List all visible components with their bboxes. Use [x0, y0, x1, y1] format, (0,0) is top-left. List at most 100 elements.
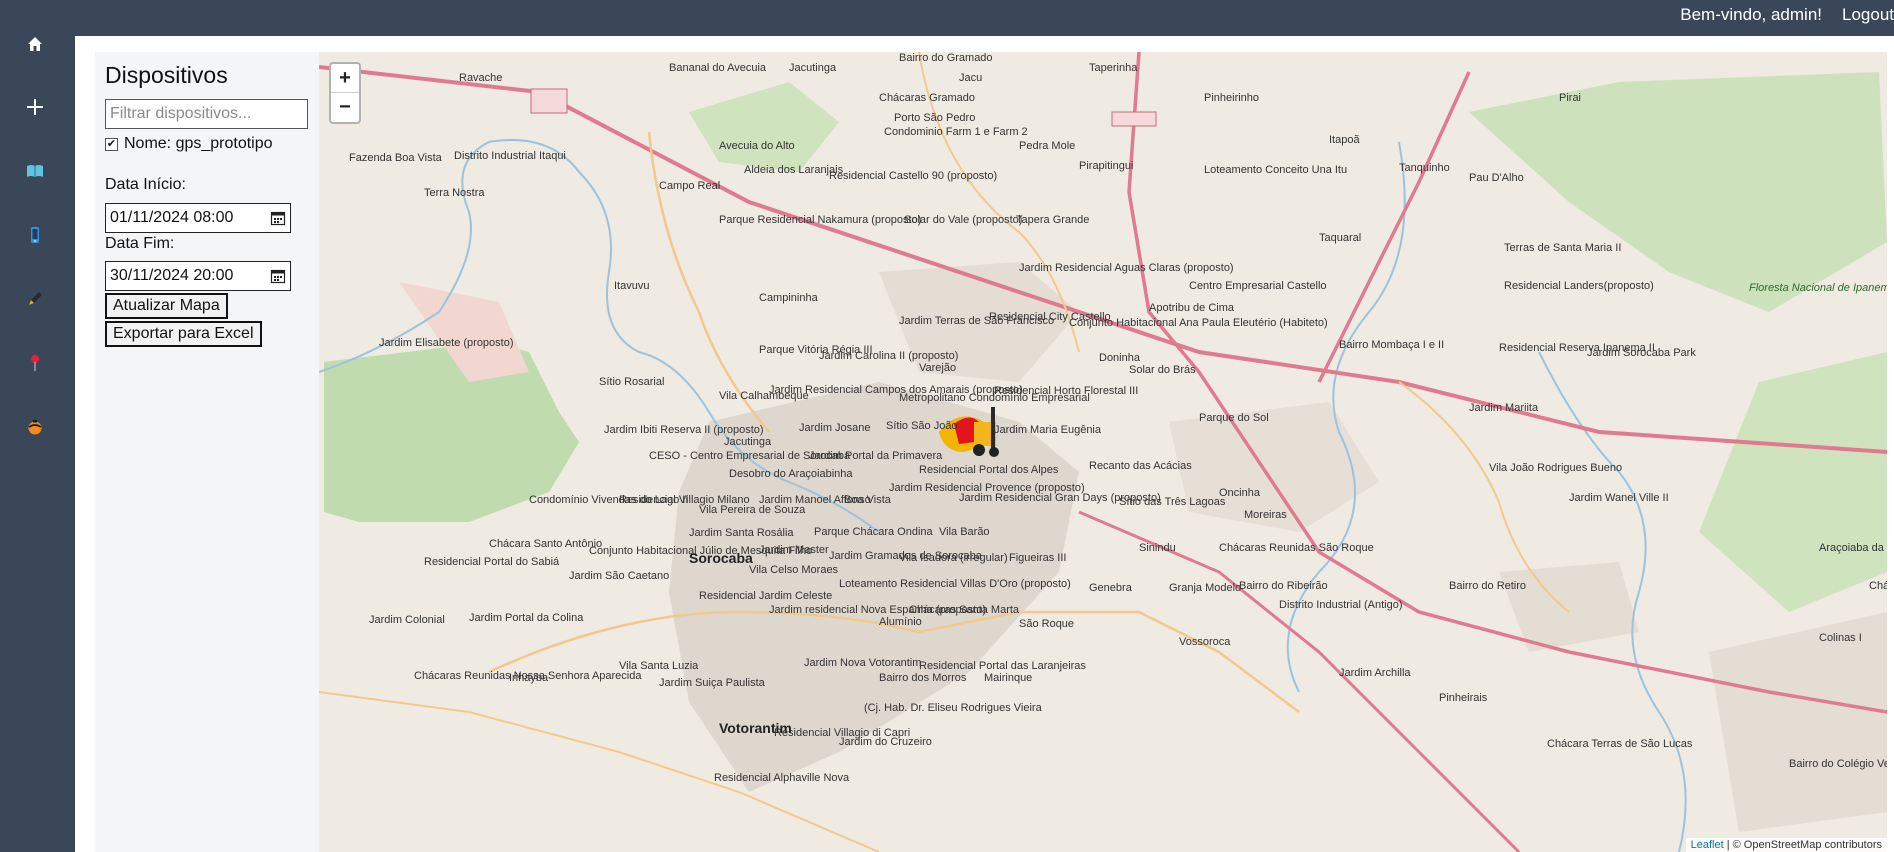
place-label: Residencial Jardim Celeste	[699, 590, 833, 602]
start-date-label: Data Início:	[105, 176, 186, 193]
green-area	[1699, 352, 1887, 612]
place-label: Fazenda Boa Vista	[349, 152, 442, 164]
place-label: Chácaras Reunidas São Roque	[1219, 542, 1374, 554]
place-label: Metropolitano Condomínio Empresarial	[899, 392, 1090, 404]
pen-icon[interactable]	[22, 286, 48, 312]
place-label: Figueiras III	[1009, 552, 1067, 564]
road-shield	[530, 88, 568, 114]
place-label: Taquaral	[1319, 232, 1362, 244]
update-map-button[interactable]: Atualizar Mapa	[105, 293, 228, 319]
plus-icon[interactable]	[22, 94, 48, 120]
ball-icon[interactable]	[22, 414, 48, 440]
place-label: Parque Residencial Nakamura (proposto)	[719, 214, 922, 226]
place-label: Residencial Landers(proposto)	[1504, 280, 1654, 292]
logout-link[interactable]: Logout	[1842, 5, 1894, 25]
place-label: Residencial Portal do Sabiá	[424, 556, 560, 568]
place-label: Bairro do Gramado	[899, 52, 993, 64]
place-label: Residencial Portal dos Alpes	[919, 464, 1059, 476]
place-label: Solar do Brás	[1129, 364, 1196, 376]
end-date-value: 30/11/2024 20:00	[110, 267, 234, 284]
place-label: Condominio Farm 1 e Farm 2	[884, 126, 1028, 138]
place-label: Loteamento Conceito Una Itu	[1204, 164, 1348, 176]
end-date-label: Data Fim:	[105, 235, 175, 252]
place-label: Jardim Ibiti Reserva II (proposto)	[604, 424, 764, 436]
place-label: Jardim Residencial Aguas Claras (propost…	[1019, 262, 1234, 274]
pin-icon[interactable]	[22, 350, 48, 376]
book-icon[interactable]	[22, 158, 48, 184]
place-label: Chácara Primavera	[1869, 580, 1887, 592]
place-label: Chácaras Gramado	[879, 92, 975, 104]
panel-title: Dispositivos	[105, 62, 228, 88]
place-label: Chácara Santo Antônio	[489, 538, 603, 550]
zoom-out-button[interactable]: −	[331, 93, 359, 122]
place-label: Vila Celso Moraes	[749, 564, 839, 576]
place-label: Jardim do Cruzeiro	[839, 736, 932, 748]
place-label: Vila Barão	[939, 526, 990, 538]
place-label: Residencial Alphaville Nova	[714, 772, 850, 784]
place-label: Colinas I	[1819, 632, 1862, 644]
place-label: Itapoã	[1329, 134, 1360, 146]
place-label: Recanto das Acácias	[1089, 460, 1192, 472]
place-label: Distrito Industrial Itaqui	[454, 150, 566, 162]
place-label: Jardim Portal da Primavera	[809, 450, 943, 462]
calendar-icon[interactable]	[270, 210, 286, 226]
attribution-text: | © OpenStreetMap contributors	[1723, 839, 1882, 851]
place-label: Alumínio	[879, 616, 922, 628]
start-date-field[interactable]: 01/11/2024 08:00	[105, 203, 291, 233]
place-label: Pinheirais	[1439, 692, 1488, 704]
place-label: Jardim Nova Votorantim	[804, 657, 922, 669]
place-label: Jacutinga	[724, 436, 772, 448]
road	[647, 131, 770, 433]
place-label: Jardim São Caetano	[569, 570, 670, 582]
road-shield	[1111, 111, 1157, 127]
map-attribution: Leaflet | © OpenStreetMap contributors	[1685, 838, 1887, 852]
place-label: Ravache	[459, 72, 503, 84]
place-label: Floresta Nacional de Ipanema	[1749, 282, 1887, 294]
place-label: Jardim Mariita	[1469, 402, 1539, 414]
place-label: Jardim Colonial	[369, 614, 445, 626]
zoom-in-button[interactable]: +	[331, 64, 359, 93]
place-label: Terras de Santa Maria II	[1504, 242, 1622, 254]
top-bar: Bem-vindo, admin! Logout	[0, 0, 1894, 36]
highway	[1078, 510, 1521, 852]
place-label: Bananal do Avecuia	[669, 62, 767, 74]
place-label: São Roque	[1019, 618, 1075, 630]
place-label: Tapera Grande	[1016, 214, 1090, 226]
place-label: Solar do Vale (proposto)	[904, 214, 1023, 226]
place-label: Campininha	[759, 292, 818, 304]
export-excel-button[interactable]: Exportar para Excel	[105, 321, 262, 347]
device-item[interactable]: ✔ Nome: gps_prototipo	[105, 135, 309, 153]
place-label: Oncinha	[1219, 487, 1260, 499]
place-label: Jardim Santa Rosália	[689, 527, 794, 539]
place-label: Jacutinga	[789, 62, 837, 74]
place-label: Jardim Suiça Paulista	[659, 677, 765, 689]
place-label: Loteamento Residencial Villas D'Oro (pro…	[839, 578, 1071, 590]
green-area	[689, 82, 839, 172]
phone-icon[interactable]	[22, 222, 48, 248]
place-label: Jardim Maria Eugênia	[994, 424, 1101, 436]
place-label: Avecuia do Alto	[719, 140, 795, 152]
place-label: Residencial Portal das Laranjeiras	[919, 660, 1086, 672]
urban-area	[1709, 612, 1887, 832]
start-date-value: 01/11/2024 08:00	[110, 209, 234, 226]
device-filter-input[interactable]	[105, 99, 308, 129]
place-label: Parque Chácara Ondina	[814, 526, 933, 538]
place-label: Mairinque	[984, 672, 1033, 684]
welcome-text: Bem-vindo, admin!	[1680, 5, 1822, 24]
place-label: Jardim Sorocaba Park	[1587, 347, 1696, 359]
device-checkbox[interactable]: ✔	[105, 137, 118, 151]
place-label: Genebra	[1089, 582, 1132, 594]
home-icon[interactable]	[22, 31, 48, 57]
leaflet-link[interactable]: Leaflet	[1691, 839, 1724, 851]
end-date-field[interactable]: 30/11/2024 20:00	[105, 261, 291, 291]
place-label: Doninha	[1099, 352, 1140, 364]
place-label: Itavuvu	[614, 280, 650, 292]
calendar-icon[interactable]	[270, 268, 286, 284]
map-view[interactable]: + − Ravache Bananal do Avecuia Jacutinga Ba…	[319, 52, 1887, 852]
place-label: Sítio Rosarial	[599, 376, 665, 388]
place-label: Taperinha	[1089, 62, 1138, 74]
place-label: Sítio São João	[886, 420, 958, 432]
zoom-control: + −	[329, 62, 361, 124]
sidebar	[0, 0, 75, 852]
place-label: Bairro do Colégio Velho	[1789, 758, 1887, 770]
